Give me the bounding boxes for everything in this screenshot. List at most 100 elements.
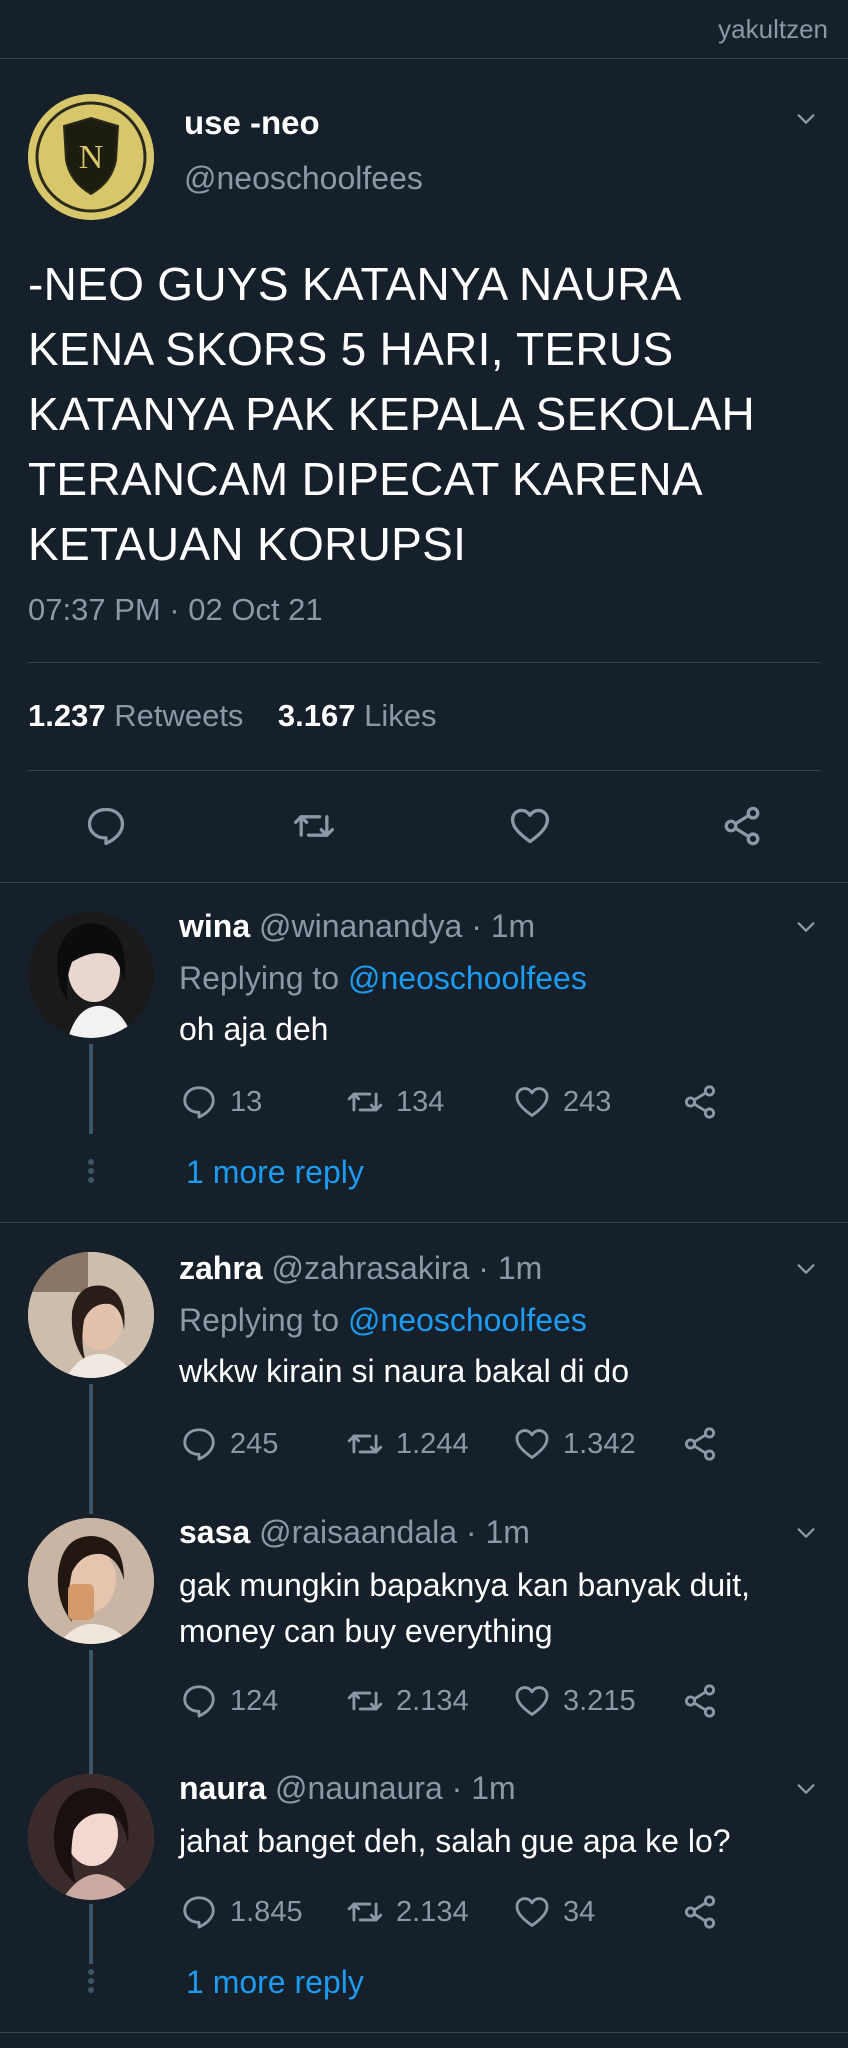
share-icon [684,1895,716,1929]
replying-prefix: Replying to [179,960,340,996]
avatar[interactable] [28,1252,154,1378]
avatar[interactable] [28,1774,154,1900]
reply-line: money can buy everything [179,1613,553,1649]
reply-share-button[interactable] [681,1083,719,1121]
retweet-count: 134 [396,1085,445,1118]
likes-count[interactable]: 3.167 [278,698,356,733]
reply-retweet-button[interactable]: 2.134 [346,1893,469,1931]
reply-author-name[interactable]: wina [179,908,250,944]
divider [28,770,820,771]
retweet-icon [347,1434,383,1454]
reply-author-name[interactable]: zahra [179,1250,263,1286]
avatar-photo [28,912,154,1038]
replying-to: Replying to @neoschoolfees [179,960,587,997]
main-tweet-text: -NEO GUYS KATANYA NAURA KENA SKORS 5 HAR… [28,252,818,577]
retweet-icon [347,1691,383,1711]
reply-text: wkkw kirain si naura bakal di do [179,1348,819,1394]
retweet-count: 1.244 [396,1427,469,1460]
divider [0,1222,848,1223]
share-icon [684,1427,716,1461]
reply-header: sasa @raisaandala · 1m [179,1514,530,1551]
likes-label[interactable]: Likes [364,698,436,733]
comment-count: 13 [230,1085,263,1118]
reply-author-handle[interactable]: @raisaandala [259,1514,457,1550]
reply-author-handle[interactable]: @naunaura [275,1770,443,1806]
thread-dots [87,1966,95,1996]
reply-time: · 1m [465,1514,530,1550]
heart-icon [515,1429,549,1459]
share-icon[interactable] [720,804,764,848]
nctzen-logo: N [28,94,154,220]
reply-retweet-button[interactable]: 134 [346,1083,444,1121]
reply-like-button[interactable]: 1.342 [513,1425,636,1463]
like-count: 3.215 [563,1684,636,1717]
divider [0,882,848,883]
comment-icon [183,1086,215,1119]
reply-line: wkkw kirain si naura bakal di do [179,1353,629,1389]
reply-share-button[interactable] [681,1425,719,1463]
tweet-line: TERANCAM DIPECAT KARENA [28,453,703,505]
reply-header: wina @winanandya · 1m [179,908,535,945]
reply-like-button[interactable]: 243 [513,1083,611,1121]
reply-retweet-button[interactable]: 2.134 [346,1682,469,1720]
replying-prefix: Replying to [179,1302,340,1338]
reply-comment-button[interactable]: 245 [180,1425,278,1463]
avatar[interactable] [28,912,154,1038]
chevron-down-icon[interactable] [795,108,817,130]
retweet-count: 2.134 [396,1684,469,1717]
reply-author-handle[interactable]: @winanandya [259,908,462,944]
comment-icon[interactable] [84,804,128,848]
chevron-down-icon[interactable] [795,1522,817,1544]
tweet-line: -NEO GUYS KATANYA NAURA [28,258,682,310]
replying-mention[interactable]: @neoschoolfees [348,960,587,996]
watermark: yakultzen [718,14,828,44]
share-icon [684,1684,716,1718]
heart-icon [515,1897,549,1927]
heart-icon [515,1686,549,1716]
reply-retweet-button[interactable]: 1.244 [346,1425,469,1463]
main-author-handle[interactable]: @neoschoolfees [184,160,423,197]
avatar-photo [28,1518,154,1644]
reply-author-handle[interactable]: @zahrasakira [271,1250,469,1286]
reply-comment-button[interactable]: 124 [180,1682,278,1720]
thread-line [89,1650,93,1778]
divider [28,662,820,663]
reply-time: · 1m [471,908,536,944]
main-author-name[interactable]: use -neo [184,104,320,142]
main-avatar[interactable]: N [28,94,154,220]
reply-author-name[interactable]: sasa [179,1514,250,1550]
comment-count: 1.845 [230,1895,303,1928]
reply-like-button[interactable]: 34 [513,1893,595,1931]
like-count: 1.342 [563,1427,636,1460]
avatar[interactable] [28,1518,154,1644]
thread-line [89,1904,93,1964]
heart-icon[interactable] [508,804,552,848]
retweets-count[interactable]: 1.237 [28,698,106,733]
thread-dots [87,1156,95,1186]
replying-mention[interactable]: @neoschoolfees [348,1302,587,1338]
reply-line: jahat banget deh, salah gue apa ke lo? [179,1823,731,1859]
reply-text: oh aja deh [179,1006,819,1052]
share-icon [684,1085,716,1119]
more-reply-link[interactable]: 1 more reply [186,1964,364,2001]
retweet-icon[interactable] [292,804,336,848]
svg-text:N: N [79,139,104,176]
chevron-down-icon[interactable] [795,1778,817,1800]
reply-comment-button[interactable]: 1.845 [180,1893,303,1931]
retweet-icon [347,1902,383,1922]
reply-author-name[interactable]: naura [179,1770,266,1806]
reply-share-button[interactable] [681,1682,719,1720]
comment-count: 124 [230,1684,279,1717]
reply-time: · 1m [451,1770,516,1806]
chevron-down-icon[interactable] [795,1258,817,1280]
retweets-label[interactable]: Retweets [114,698,243,733]
reply-share-button[interactable] [681,1893,719,1931]
reply-comment-button[interactable]: 13 [180,1083,262,1121]
comment-count: 245 [230,1427,279,1460]
chevron-down-icon[interactable] [795,916,817,938]
thread-line [89,1044,93,1134]
reply-time: · 1m [478,1250,543,1286]
more-reply-link[interactable]: 1 more reply [186,1154,364,1191]
retweet-count: 2.134 [396,1895,469,1928]
reply-like-button[interactable]: 3.215 [513,1682,636,1720]
